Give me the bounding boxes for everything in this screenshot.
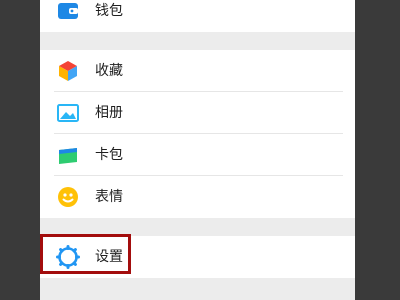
menu-item-album[interactable]: 相册 bbox=[40, 92, 355, 134]
favorites-label: 收藏 bbox=[95, 63, 123, 79]
right-dim-area bbox=[355, 0, 400, 300]
menu-item-stickers[interactable]: 表情 bbox=[40, 176, 355, 218]
stickers-label: 表情 bbox=[95, 189, 123, 205]
menu-item-card-pack[interactable]: 卡包 bbox=[40, 134, 355, 176]
wallet-section: 钱包 bbox=[40, 0, 355, 32]
photo-album-icon bbox=[56, 101, 80, 125]
wallet-icon bbox=[56, 0, 80, 23]
content-section: 收藏 相册 卡包 表情 bbox=[40, 50, 355, 218]
settings-highlight-box bbox=[40, 234, 131, 274]
album-label: 相册 bbox=[95, 105, 123, 121]
card-pack-icon bbox=[56, 143, 80, 167]
menu-item-favorites[interactable]: 收藏 bbox=[40, 50, 355, 92]
menu-item-wallet[interactable]: 钱包 bbox=[40, 0, 355, 32]
card-pack-label: 卡包 bbox=[95, 147, 123, 163]
smiley-face-icon bbox=[56, 185, 80, 209]
favorites-cube-icon bbox=[56, 59, 80, 83]
left-dim-area bbox=[0, 0, 40, 300]
wallet-label: 钱包 bbox=[95, 3, 123, 19]
